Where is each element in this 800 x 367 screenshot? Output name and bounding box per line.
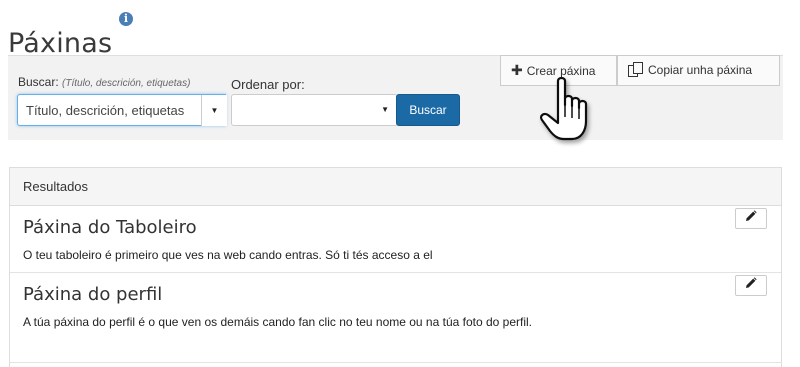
copy-icon [628, 62, 643, 77]
info-icon[interactable]: i [119, 12, 133, 26]
order-select[interactable]: ▼ [231, 94, 398, 126]
list-item: Páxina do perfil A túa páxina do perfil … [10, 273, 781, 363]
copy-page-label: Copiar unha páxina [648, 63, 753, 77]
copy-page-button[interactable]: Copiar unha páxina [617, 55, 780, 86]
edit-button[interactable] [735, 275, 767, 296]
search-scope-dropdown[interactable]: ▼ [201, 95, 227, 126]
pencil-icon [746, 210, 757, 221]
result-description: A túa páxina do perfil é o que ven os de… [23, 315, 533, 329]
search-button[interactable]: Buscar [396, 94, 460, 126]
list-item: Páxina do Taboleiro O teu taboleiro é pr… [10, 206, 781, 273]
plus-icon: ✚ [511, 62, 523, 78]
search-label: Buscar: (Título, descrición, etiquetas) [18, 75, 190, 89]
hand-cursor-icon [540, 76, 588, 141]
edit-button[interactable] [735, 208, 767, 229]
result-description: O teu taboleiro é primeiro que ves na we… [23, 248, 433, 262]
search-field[interactable] [17, 94, 226, 126]
chevron-down-icon: ▼ [381, 105, 389, 114]
pencil-icon [746, 277, 757, 288]
search-input[interactable] [18, 95, 225, 125]
result-title[interactable]: Páxina do Taboleiro [23, 206, 781, 239]
search-label-text: Buscar: [18, 75, 59, 89]
results-panel: Resultados Páxina do Taboleiro O teu tab… [9, 167, 782, 367]
result-title[interactable]: Páxina do perfil [23, 273, 781, 306]
search-hint: (Título, descrición, etiquetas) [62, 78, 191, 89]
order-label: Ordenar por: [231, 77, 305, 92]
results-header: Resultados [10, 168, 781, 206]
